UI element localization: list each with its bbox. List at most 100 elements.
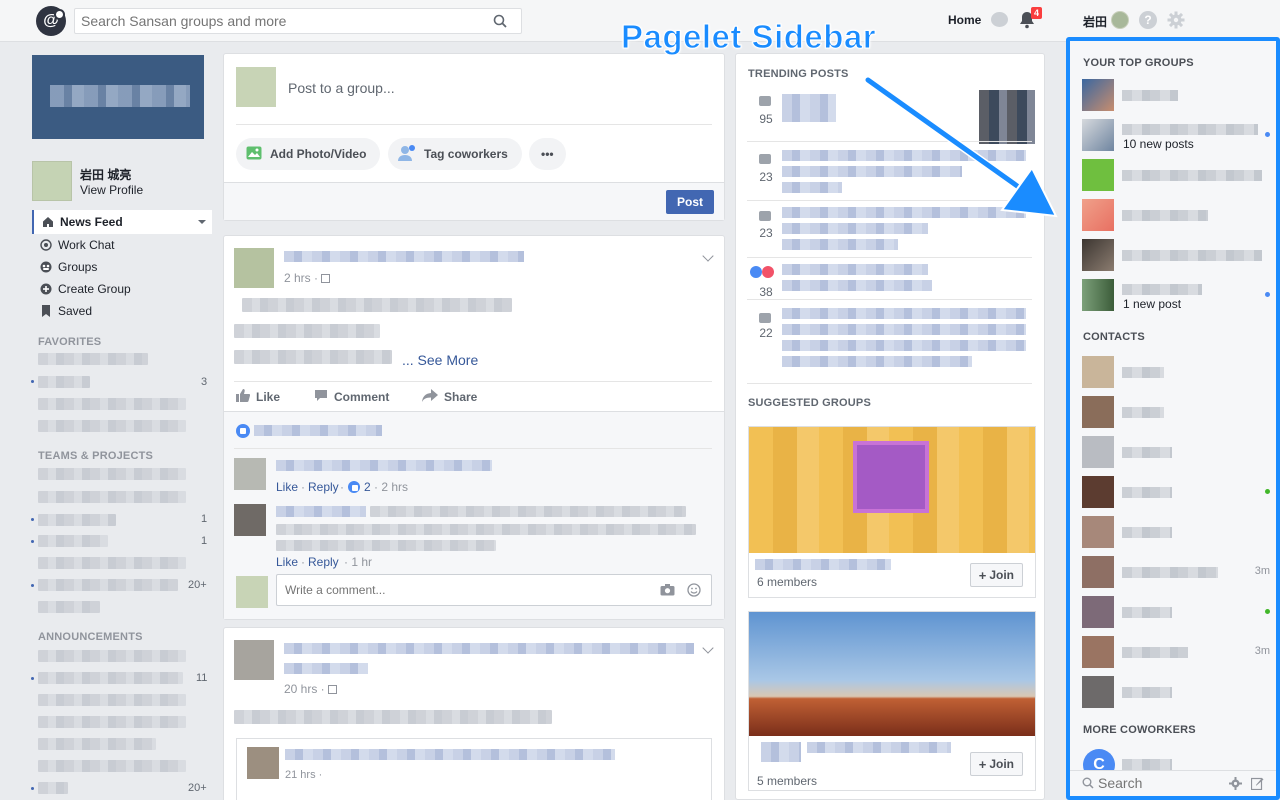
sidebar-group-item[interactable] <box>1080 79 1270 111</box>
nav-work-chat[interactable]: Work Chat <box>32 234 212 256</box>
contact-item[interactable] <box>1080 676 1270 708</box>
join-group-button[interactable]: + Join <box>969 752 1023 776</box>
team-item[interactable] <box>38 557 186 569</box>
team-item[interactable] <box>38 535 108 547</box>
tag-coworkers-button[interactable]: Tag coworkers <box>388 138 522 170</box>
view-profile-link[interactable]: View Profile <box>80 183 143 197</box>
sidebar-group-item[interactable] <box>1080 159 1270 191</box>
suggested-group-card[interactable]: 5 members + Join <box>748 611 1036 791</box>
contact-item[interactable] <box>1080 476 1270 508</box>
comment-time[interactable]: · 1 hr <box>344 555 372 569</box>
team-item[interactable] <box>38 468 186 480</box>
author-name[interactable] <box>284 251 524 262</box>
reactors-names[interactable] <box>254 425 382 436</box>
announcement-item[interactable] <box>38 694 186 706</box>
team-item[interactable] <box>38 491 186 503</box>
favorite-item[interactable] <box>38 376 90 388</box>
team-item[interactable] <box>38 601 100 613</box>
author-avatar[interactable] <box>234 248 274 288</box>
user-avatar[interactable] <box>1111 11 1129 29</box>
home-link[interactable]: Home <box>948 13 981 27</box>
contact-item[interactable]: 3m <box>1080 636 1270 668</box>
camera-icon[interactable] <box>660 584 675 599</box>
comment-like-link[interactable]: Like <box>276 555 298 569</box>
group-name[interactable] <box>284 663 368 674</box>
post-timestamp[interactable]: 20 hrs · <box>284 682 338 696</box>
announcement-item[interactable] <box>38 650 186 662</box>
announcement-item[interactable] <box>38 672 183 684</box>
chat-icon[interactable] <box>991 12 1008 27</box>
sidebar-group-item[interactable] <box>1080 239 1270 271</box>
post-menu-icon[interactable] <box>702 250 714 262</box>
author-name[interactable] <box>284 643 694 654</box>
nav-groups[interactable]: Groups <box>32 256 212 278</box>
coworker-name[interactable] <box>1122 759 1172 770</box>
contact-item[interactable] <box>1080 356 1270 388</box>
author-avatar[interactable] <box>234 640 274 680</box>
help-icon[interactable]: ? <box>1139 11 1157 29</box>
shared-post[interactable]: 21 hrs · <box>236 738 712 800</box>
comment-like-link[interactable]: Like <box>276 480 298 494</box>
nav-news-feed[interactable]: News Feed <box>32 210 212 234</box>
search-bar[interactable] <box>74 8 522 34</box>
emoji-icon[interactable] <box>687 583 701 600</box>
comment-reply-link[interactable]: Reply <box>308 555 339 569</box>
search-input[interactable] <box>75 9 475 33</box>
contact-item[interactable]: 3m <box>1080 556 1270 588</box>
trending-post-text[interactable] <box>782 94 836 122</box>
nav-saved[interactable]: Saved <box>32 300 212 322</box>
comment-time[interactable]: · 2 hrs <box>374 480 408 494</box>
post-button[interactable]: Post <box>665 190 714 214</box>
post-timestamp[interactable]: 2 hrs · <box>284 271 331 285</box>
announcement-item[interactable] <box>38 782 68 794</box>
write-comment-box[interactable] <box>276 574 712 606</box>
contact-item[interactable] <box>1080 596 1270 628</box>
see-more-link[interactable]: ... See More <box>402 352 478 368</box>
comment-input[interactable] <box>277 575 637 605</box>
sidebar-group-item[interactable]: 1 new post <box>1080 279 1270 311</box>
profile-avatar[interactable] <box>32 161 72 201</box>
team-item[interactable] <box>38 579 178 591</box>
profile-name[interactable]: 岩田 城亮 <box>80 166 131 183</box>
more-options-button[interactable]: ••• <box>529 138 566 170</box>
commenter-avatar[interactable] <box>234 458 266 490</box>
announcement-item[interactable] <box>38 760 186 772</box>
sidebar-search-input[interactable] <box>1098 775 1218 791</box>
contact-item[interactable] <box>1080 396 1270 428</box>
comment-reply-link[interactable]: Reply <box>308 480 339 494</box>
trending-post-text[interactable] <box>782 308 1026 319</box>
team-item[interactable] <box>38 514 116 526</box>
contact-item[interactable] <box>1080 516 1270 548</box>
favorite-item[interactable] <box>38 398 186 410</box>
join-group-button[interactable]: + Join <box>969 563 1023 587</box>
post-menu-icon[interactable] <box>702 642 714 654</box>
contact-item[interactable] <box>1080 436 1270 468</box>
comment-author[interactable] <box>276 506 366 517</box>
announcement-item[interactable] <box>38 738 156 750</box>
comment-reaction-count[interactable]: 2 <box>364 480 371 494</box>
search-icon[interactable] <box>493 14 507 31</box>
sidebar-group-item[interactable]: 10 new posts <box>1080 119 1270 151</box>
commenter-avatar[interactable] <box>234 504 266 536</box>
suggested-group-card[interactable]: 6 members + Join <box>748 426 1036 598</box>
composer-input[interactable]: Post to a group... <box>288 80 395 96</box>
workplace-logo[interactable]: @ <box>36 6 66 36</box>
add-photo-button[interactable]: Add Photo/Video <box>236 138 381 170</box>
share-button[interactable]: Share <box>422 389 477 405</box>
group-name[interactable] <box>755 559 891 570</box>
like-button[interactable]: Like <box>236 389 280 405</box>
gear-icon[interactable] <box>1167 11 1185 32</box>
user-name-link[interactable]: 岩田 <box>1083 13 1107 30</box>
chevron-down-icon[interactable] <box>198 220 206 224</box>
trending-post-text[interactable] <box>782 264 928 275</box>
gear-icon[interactable] <box>1229 777 1242 793</box>
company-cover[interactable] <box>32 55 204 139</box>
sidebar-group-item[interactable] <box>1080 199 1270 231</box>
announcement-item[interactable] <box>38 716 186 728</box>
nav-create-group[interactable]: Create Group <box>32 278 212 300</box>
comment-button[interactable]: Comment <box>314 389 389 405</box>
favorite-item[interactable] <box>38 353 148 365</box>
group-name[interactable] <box>761 742 801 762</box>
sidebar-search[interactable] <box>1070 770 1276 796</box>
compose-icon[interactable] <box>1250 777 1264 793</box>
